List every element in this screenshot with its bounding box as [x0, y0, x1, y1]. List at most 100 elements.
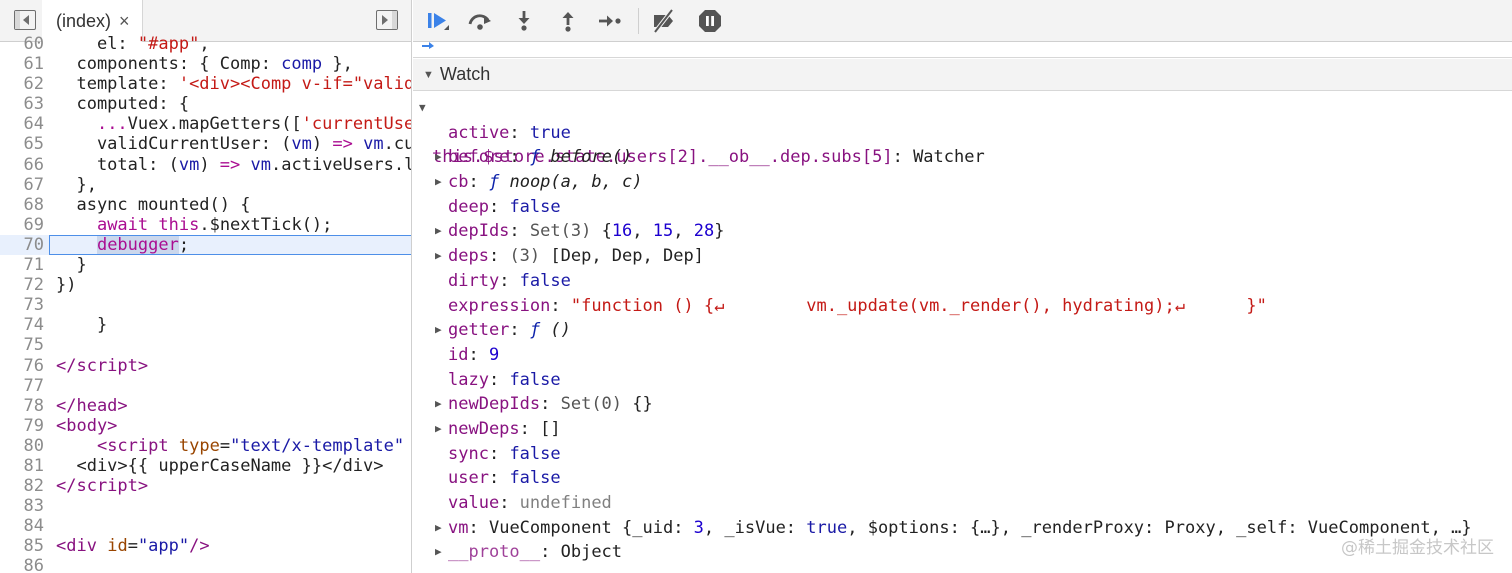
- code-text: }: [56, 255, 87, 276]
- line-number[interactable]: 60: [0, 34, 44, 54]
- expand-caret-icon[interactable]: ▶: [435, 219, 442, 244]
- watch-property-row[interactable]: ▶ depIds: Set(3) {16, 15, 28}: [413, 219, 1512, 244]
- line-number[interactable]: 83: [0, 496, 44, 516]
- watch-property-row[interactable]: lazy: false: [413, 368, 1512, 393]
- line-number[interactable]: 84: [0, 516, 44, 536]
- code-line[interactable]: 73: [0, 295, 411, 315]
- line-number[interactable]: 81: [0, 456, 44, 476]
- code-line[interactable]: 82 </script>: [0, 476, 411, 496]
- step-into-icon[interactable]: [511, 8, 537, 34]
- code-line[interactable]: 71 }: [0, 255, 411, 276]
- collapse-caret-icon[interactable]: ▼: [423, 69, 434, 81]
- code-line[interactable]: 74 }: [0, 315, 411, 335]
- expand-caret-icon[interactable]: ▶: [435, 244, 442, 269]
- resume-icon[interactable]: [425, 8, 451, 34]
- watch-property-row[interactable]: value: undefined: [413, 491, 1512, 516]
- step-over-icon[interactable]: [467, 8, 493, 34]
- line-number[interactable]: 77: [0, 376, 44, 396]
- line-number[interactable]: 74: [0, 315, 44, 335]
- line-number[interactable]: 69: [0, 215, 44, 235]
- line-number[interactable]: 79: [0, 416, 44, 436]
- code-line[interactable]: 77: [0, 376, 411, 396]
- line-number[interactable]: 78: [0, 396, 44, 416]
- code-line[interactable]: 80 <script type="text/x-template": [0, 436, 411, 456]
- property-key: before: [448, 147, 510, 168]
- line-number[interactable]: 64: [0, 114, 44, 134]
- line-number[interactable]: 73: [0, 295, 44, 315]
- code-line[interactable]: 67 },: [0, 175, 411, 195]
- watch-property-row[interactable]: ▶ getter: ƒ (): [413, 318, 1512, 343]
- expand-caret-icon[interactable]: ▶: [435, 392, 442, 417]
- code-line[interactable]: 81 <div>{{ upperCaseName }}</div>: [0, 455, 411, 476]
- watch-property-row[interactable]: active: true: [413, 121, 1512, 146]
- close-icon[interactable]: ×: [119, 11, 130, 32]
- watch-property-row[interactable]: id: 9: [413, 343, 1512, 368]
- code-line[interactable]: 75: [0, 335, 411, 355]
- watch-expression-row[interactable]: ▼ this.$store.state.users[2].__ob__.dep.…: [413, 96, 1512, 167]
- code-line-breakpoint[interactable]: 70 debugger;: [0, 234, 411, 256]
- code-line[interactable]: 72}): [0, 275, 411, 295]
- deactivate-breakpoints-icon[interactable]: [651, 8, 677, 34]
- expand-caret-icon[interactable]: ▶: [435, 145, 442, 170]
- toggle-debugger-sidebar-icon[interactable]: [376, 10, 398, 30]
- expand-caret-icon[interactable]: ▶: [435, 540, 442, 565]
- code-line[interactable]: 79 <body>: [0, 416, 411, 436]
- code-line[interactable]: 76 </script>: [0, 356, 411, 376]
- watch-property-row[interactable]: expression: "function () {↵ vm._update(v…: [413, 294, 1512, 319]
- watch-property-row[interactable]: dirty: false: [413, 269, 1512, 294]
- line-number[interactable]: 72: [0, 275, 44, 295]
- line-number[interactable]: 80: [0, 436, 44, 456]
- code-line[interactable]: 69 await this.$nextTick();: [0, 215, 411, 235]
- code-text: </head>: [56, 395, 128, 416]
- code-line[interactable]: 83: [0, 496, 411, 516]
- code-text: components: { Comp: comp },: [56, 54, 353, 75]
- code-line[interactable]: 61 components: { Comp: comp },: [0, 54, 411, 75]
- code-line[interactable]: 78 </head>: [0, 395, 411, 416]
- line-number[interactable]: 65: [0, 134, 44, 154]
- line-number[interactable]: 71: [0, 255, 44, 275]
- watch-property-row[interactable]: ▶ newDepIds: Set(0) {}: [413, 392, 1512, 417]
- watch-property-row[interactable]: sync: false: [413, 442, 1512, 467]
- expand-caret-icon[interactable]: ▶: [435, 516, 442, 541]
- line-number[interactable]: 75: [0, 335, 44, 355]
- watch-property-row[interactable]: ▶ newDeps: []: [413, 417, 1512, 442]
- step-icon[interactable]: [597, 8, 623, 34]
- expand-caret-icon[interactable]: ▶: [435, 318, 442, 343]
- watch-property-row[interactable]: ▶ before: ƒ before(): [413, 145, 1512, 170]
- line-number[interactable]: 76: [0, 356, 44, 376]
- line-number[interactable]: 70: [0, 235, 44, 255]
- step-out-icon[interactable]: [555, 8, 581, 34]
- line-number[interactable]: 68: [0, 195, 44, 215]
- code-line[interactable]: 85 <div id="app"/>: [0, 536, 411, 556]
- line-number[interactable]: 63: [0, 94, 44, 114]
- code-line[interactable]: 84: [0, 516, 411, 536]
- code-line[interactable]: 64 ...Vuex.mapGetters(['currentUse: [0, 114, 411, 134]
- toolbar-divider: [638, 8, 639, 34]
- watch-section-header[interactable]: ▼ Watch: [413, 59, 1512, 91]
- watch-property-row[interactable]: deep: false: [413, 195, 1512, 220]
- code-line[interactable]: 68 async mounted() {: [0, 195, 411, 215]
- code-line[interactable]: 86: [0, 556, 411, 573]
- code-editor[interactable]: 60 el: "#app", 61 components: { Comp: com…: [0, 34, 411, 573]
- line-number[interactable]: 86: [0, 556, 44, 573]
- pause-on-exceptions-icon[interactable]: [697, 8, 723, 34]
- code-line[interactable]: 66 total: (vm) => vm.activeUsers.l: [0, 155, 411, 175]
- expanded-caret-icon[interactable]: ▼: [419, 96, 426, 121]
- toggle-navigator-icon[interactable]: [14, 10, 36, 30]
- line-number[interactable]: 82: [0, 476, 44, 496]
- line-number[interactable]: 85: [0, 536, 44, 556]
- line-number[interactable]: 62: [0, 74, 44, 94]
- line-number[interactable]: 61: [0, 54, 44, 74]
- code-line[interactable]: 60 el: "#app",: [0, 34, 411, 54]
- watch-property-row[interactable]: user: false: [413, 466, 1512, 491]
- expand-caret-icon[interactable]: ▶: [435, 417, 442, 442]
- code-line[interactable]: 63 computed: {: [0, 94, 411, 114]
- expand-caret-icon[interactable]: ▶: [435, 170, 442, 195]
- line-number[interactable]: 66: [0, 155, 44, 175]
- code-line[interactable]: 65 validCurrentUser: (vm) => vm.cu: [0, 134, 411, 154]
- code-line[interactable]: 62 template: '<div><Comp v-if="valid: [0, 74, 411, 94]
- watch-property-row[interactable]: ▶ deps: (3) [Dep, Dep, Dep]: [413, 244, 1512, 269]
- code-text: <div>{{ upperCaseName }}</div>: [56, 455, 384, 476]
- line-number[interactable]: 67: [0, 175, 44, 195]
- watch-property-row[interactable]: ▶ cb: ƒ noop(a, b, c): [413, 170, 1512, 195]
